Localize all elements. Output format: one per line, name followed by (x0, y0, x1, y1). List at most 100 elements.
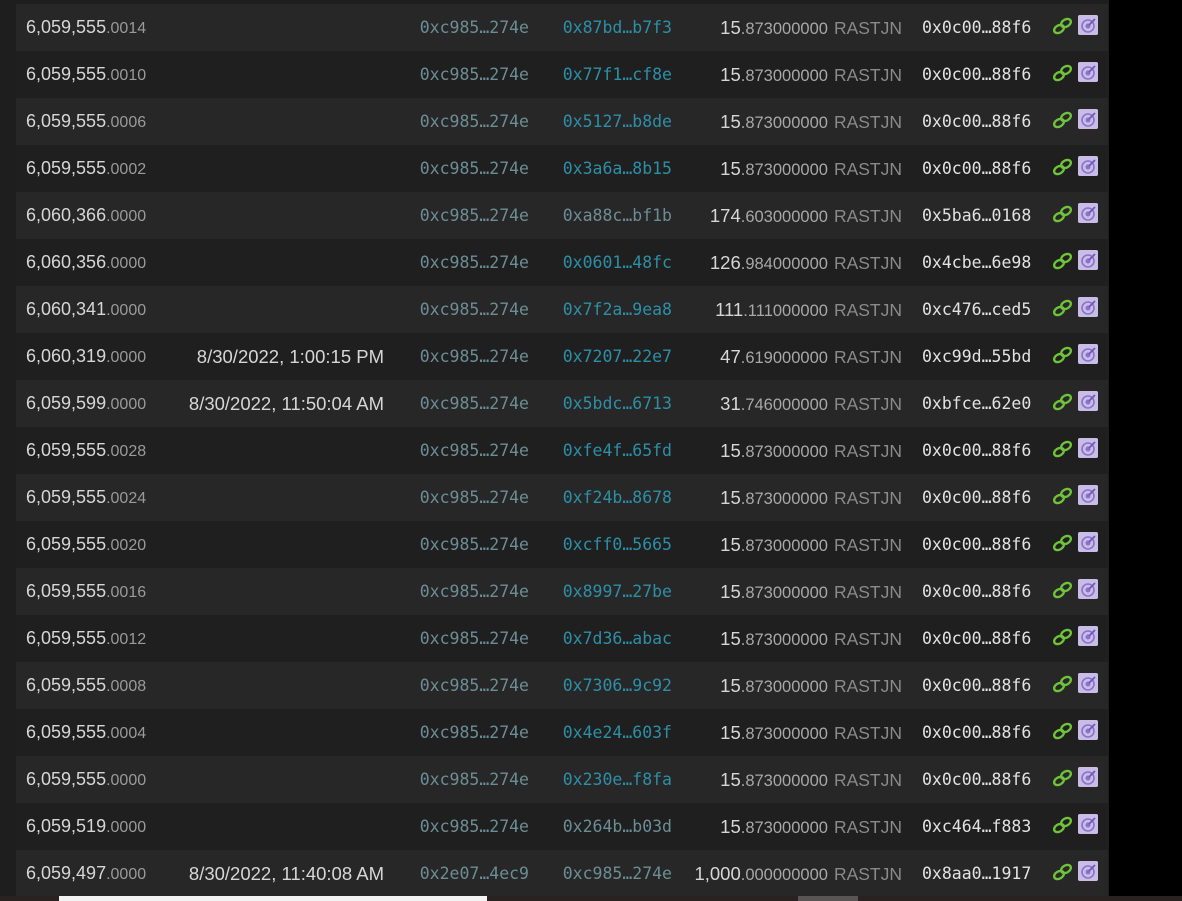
from-address[interactable]: 0xc985…274e (404, 756, 529, 803)
from-address[interactable]: 0xc985…274e (404, 474, 529, 521)
tx-hash[interactable]: 0xc99d…55bd (922, 333, 1031, 380)
taskbar-search-box[interactable] (59, 896, 487, 901)
tx-hash[interactable]: 0x0c00…88f6 (922, 709, 1031, 756)
to-address[interactable]: 0x7306…9c92 (547, 662, 672, 709)
link-chain-icon[interactable] (1053, 816, 1073, 834)
block-explorer-icon[interactable] (1078, 391, 1098, 411)
block-explorer-icon[interactable] (1078, 767, 1098, 787)
tx-hash[interactable]: 0x0c00…88f6 (922, 521, 1031, 568)
tx-hash[interactable]: 0x4cbe…6e98 (922, 239, 1031, 286)
table-row[interactable]: 6,059,519.0000 0xc985…274e 0x264b…b03d 15.8… (16, 803, 1108, 850)
block-explorer-icon[interactable] (1078, 720, 1098, 740)
tx-hash[interactable]: 0x0c00…88f6 (922, 4, 1031, 51)
tx-hash[interactable]: 0xc476…ced5 (922, 286, 1031, 333)
to-address[interactable]: 0x0601…48fc (547, 239, 672, 286)
table-row[interactable]: 6,059,497.0000 8/30/2022, 11:40:08 AM 0x2e… (16, 850, 1108, 896)
table-row[interactable]: 6,059,555.0000 0xc985…274e 0x230e…f8fa 15.8… (16, 756, 1108, 803)
block-explorer-icon[interactable] (1078, 673, 1098, 693)
to-address[interactable]: 0x5bdc…6713 (547, 380, 672, 427)
block-explorer-icon[interactable] (1078, 579, 1098, 599)
link-chain-icon[interactable] (1053, 299, 1073, 317)
table-row[interactable]: 6,059,555.0004 0xc985…274e 0x4e24…603f 15.8… (16, 709, 1108, 756)
link-chain-icon[interactable] (1053, 534, 1073, 552)
table-row[interactable]: 6,059,555.0016 0xc985…274e 0x8997…27be 15.8… (16, 568, 1108, 615)
block-explorer-icon[interactable] (1078, 62, 1098, 82)
block-explorer-icon[interactable] (1078, 297, 1098, 317)
block-explorer-icon[interactable] (1078, 109, 1098, 129)
block-explorer-icon[interactable] (1078, 203, 1098, 223)
to-address[interactable]: 0x8997…27be (547, 568, 672, 615)
from-address[interactable]: 0xc985…274e (404, 803, 529, 850)
block-explorer-icon[interactable] (1078, 485, 1098, 505)
tx-hash[interactable]: 0x0c00…88f6 (922, 756, 1031, 803)
from-address[interactable]: 0xc985…274e (404, 333, 529, 380)
tx-hash[interactable]: 0x0c00…88f6 (922, 662, 1031, 709)
table-row[interactable]: 6,060,366.0000 0xc985…274e 0xa88c…bf1b 174.… (16, 192, 1108, 239)
tx-hash[interactable]: 0xbfce…62e0 (922, 380, 1031, 427)
table-row[interactable]: 6,059,599.0000 8/30/2022, 11:50:04 AM 0xc9… (16, 380, 1108, 427)
link-chain-icon[interactable] (1053, 722, 1073, 740)
table-row[interactable]: 6,059,555.0012 0xc985…274e 0x7d36…abac 15.8… (16, 615, 1108, 662)
table-row[interactable]: 6,059,555.0002 0xc985…274e 0x3a6a…8b15 15.8… (16, 145, 1108, 192)
to-address[interactable]: 0xcff0…5665 (547, 521, 672, 568)
to-address[interactable]: 0xc985…274e (547, 850, 672, 896)
table-row[interactable]: 6,059,555.0006 0xc985…274e 0x5127…b8de 15.8… (16, 98, 1108, 145)
to-address[interactable]: 0x7f2a…9ea8 (547, 286, 672, 333)
from-address[interactable]: 0xc985…274e (404, 709, 529, 756)
from-address[interactable]: 0xc985…274e (404, 192, 529, 239)
to-address[interactable]: 0xfe4f…65fd (547, 427, 672, 474)
to-address[interactable]: 0x5127…b8de (547, 98, 672, 145)
tx-hash[interactable]: 0x0c00…88f6 (922, 568, 1031, 615)
link-chain-icon[interactable] (1053, 393, 1073, 411)
link-chain-icon[interactable] (1053, 628, 1073, 646)
taskbar-app-button[interactable] (798, 896, 858, 901)
block-explorer-icon[interactable] (1078, 344, 1098, 364)
to-address[interactable]: 0xf24b…8678 (547, 474, 672, 521)
block-explorer-icon[interactable] (1078, 532, 1098, 552)
tx-hash[interactable]: 0x0c00…88f6 (922, 615, 1031, 662)
table-row[interactable]: 6,059,555.0028 0xc985…274e 0xfe4f…65fd 15.8… (16, 427, 1108, 474)
link-chain-icon[interactable] (1053, 346, 1073, 364)
link-chain-icon[interactable] (1053, 17, 1073, 35)
from-address[interactable]: 0xc985…274e (404, 239, 529, 286)
link-chain-icon[interactable] (1053, 111, 1073, 129)
table-row[interactable]: 6,060,341.0000 0xc985…274e 0x7f2a…9ea8 111.… (16, 286, 1108, 333)
link-chain-icon[interactable] (1053, 581, 1073, 599)
tx-hash[interactable]: 0x0c00…88f6 (922, 145, 1031, 192)
to-address[interactable]: 0x77f1…cf8e (547, 51, 672, 98)
to-address[interactable]: 0x7207…22e7 (547, 333, 672, 380)
from-address[interactable]: 0xc985…274e (404, 98, 529, 145)
link-chain-icon[interactable] (1053, 205, 1073, 223)
table-row[interactable]: 6,059,555.0008 0xc985…274e 0x7306…9c92 15.8… (16, 662, 1108, 709)
tx-hash[interactable]: 0x8aa0…1917 (922, 850, 1031, 896)
from-address[interactable]: 0xc985…274e (404, 568, 529, 615)
table-row[interactable]: 6,059,555.0020 0xc985…274e 0xcff0…5665 15.8… (16, 521, 1108, 568)
from-address[interactable]: 0xc985…274e (404, 662, 529, 709)
block-explorer-icon[interactable] (1078, 250, 1098, 270)
to-address[interactable]: 0x87bd…b7f3 (547, 4, 672, 51)
link-chain-icon[interactable] (1053, 769, 1073, 787)
tx-hash[interactable]: 0x5ba6…0168 (922, 192, 1031, 239)
link-chain-icon[interactable] (1053, 252, 1073, 270)
from-address[interactable]: 0xc985…274e (404, 427, 529, 474)
from-address[interactable]: 0xc985…274e (404, 521, 529, 568)
link-chain-icon[interactable] (1053, 487, 1073, 505)
from-address[interactable]: 0xc985…274e (404, 615, 529, 662)
table-row[interactable]: 6,060,356.0000 0xc985…274e 0x0601…48fc 126.… (16, 239, 1108, 286)
to-address[interactable]: 0x3a6a…8b15 (547, 145, 672, 192)
block-explorer-icon[interactable] (1078, 15, 1098, 35)
link-chain-icon[interactable] (1053, 440, 1073, 458)
to-address[interactable]: 0x7d36…abac (547, 615, 672, 662)
block-explorer-icon[interactable] (1078, 156, 1098, 176)
to-address[interactable]: 0x4e24…603f (547, 709, 672, 756)
table-row[interactable]: 6,059,555.0024 0xc985…274e 0xf24b…8678 15.8… (16, 474, 1108, 521)
link-chain-icon[interactable] (1053, 863, 1073, 881)
table-row[interactable]: 6,059,555.0010 0xc985…274e 0x77f1…cf8e 15.8… (16, 51, 1108, 98)
to-address[interactable]: 0x230e…f8fa (547, 756, 672, 803)
link-chain-icon[interactable] (1053, 158, 1073, 176)
from-address[interactable]: 0xc985…274e (404, 380, 529, 427)
from-address[interactable]: 0xc985…274e (404, 286, 529, 333)
tx-hash[interactable]: 0x0c00…88f6 (922, 474, 1031, 521)
tx-hash[interactable]: 0x0c00…88f6 (922, 51, 1031, 98)
table-row[interactable]: 6,060,319.0000 8/30/2022, 1:00:15 PM 0xc98… (16, 333, 1108, 380)
